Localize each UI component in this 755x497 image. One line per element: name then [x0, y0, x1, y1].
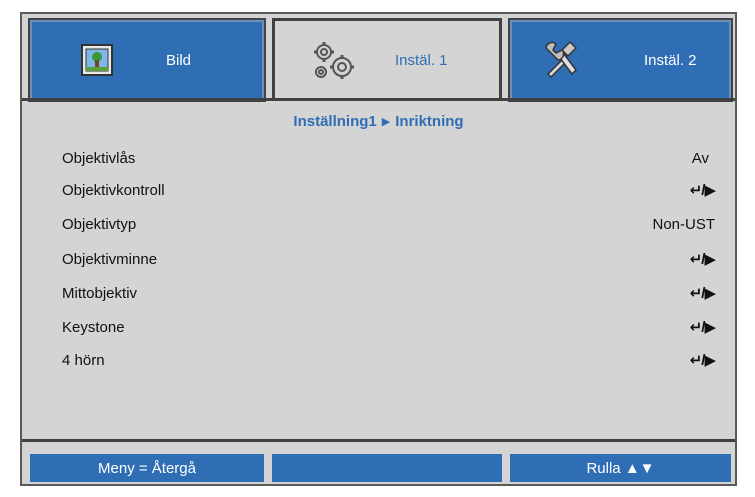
menu-item-label: Mittobjektiv: [62, 284, 138, 302]
breadcrumb-parent: Inställning1: [293, 113, 377, 130]
menu-item-objektivkontroll[interactable]: Objektivkontroll ↵/▶: [62, 177, 716, 203]
enter-arrow-icon: ↵/▶: [689, 352, 716, 369]
menu-item-label: Keystone: [62, 318, 125, 336]
menu-item-label: Objektivlås: [62, 149, 136, 167]
menu-item-label: Objektivtyp: [62, 215, 137, 233]
menu-item-label: Objektivminne: [62, 250, 158, 268]
tab-instal-2[interactable]: Instäl. 2: [508, 18, 733, 102]
menu-item-label: 4 hörn: [62, 351, 105, 369]
menu-item-objektivminne[interactable]: Objektivminne ↵/▶: [62, 246, 716, 272]
enter-arrow-icon: ↵/▶: [689, 182, 716, 199]
footer-scroll-label: Rulla ▲▼: [586, 459, 655, 477]
menu-item-value: Av: [691, 149, 709, 167]
menu-item-keystone[interactable]: Keystone ↵/▶: [62, 314, 716, 340]
enter-arrow-icon: ↵/▶: [689, 319, 716, 336]
tab-bild[interactable]: Bild: [28, 18, 266, 102]
tab-instal-2-label: Instäl. 2: [644, 51, 697, 69]
menu-item-mittobjektiv[interactable]: Mittobjektiv ↵/▶: [62, 280, 716, 306]
enter-arrow-icon: ↵/▶: [689, 251, 716, 268]
menu-item-label: Objektivkontroll: [62, 181, 165, 199]
footer-divider: [22, 439, 735, 442]
breadcrumb-arrow-icon: ▶: [381, 116, 391, 128]
footer-middle: [272, 454, 502, 482]
footer-back-hint: Meny = Återgå: [30, 454, 264, 482]
menu-item-objektivlas[interactable]: Objektivlås Av: [62, 145, 715, 171]
footer-back-label: Meny = Återgå: [98, 459, 196, 477]
osd-menu-frame: Bild Instäl. 1 Instäl. 2 Inställning1 ▶ …: [20, 12, 737, 486]
footer-scroll-hint: Rulla ▲▼: [510, 454, 731, 482]
breadcrumb-current: Inriktning: [395, 113, 464, 130]
enter-arrow-icon: ↵/▶: [689, 285, 716, 302]
menu-item-4-horn[interactable]: 4 hörn ↵/▶: [62, 347, 716, 373]
tab-instal-1-label: Instäl. 1: [395, 52, 448, 69]
tab-instal-1[interactable]: Instäl. 1: [272, 18, 502, 100]
menu-item-objektivtyp[interactable]: Objektivtyp Non-UST: [62, 211, 715, 237]
tools-icon: [542, 40, 582, 80]
gears-icon: [309, 39, 357, 83]
menu-item-value: Non-UST: [652, 215, 715, 233]
tab-divider: [22, 98, 735, 101]
tab-bild-label: Bild: [166, 51, 192, 69]
breadcrumb: Inställning1 ▶ Inriktning: [22, 113, 735, 130]
image-icon: [80, 43, 114, 77]
